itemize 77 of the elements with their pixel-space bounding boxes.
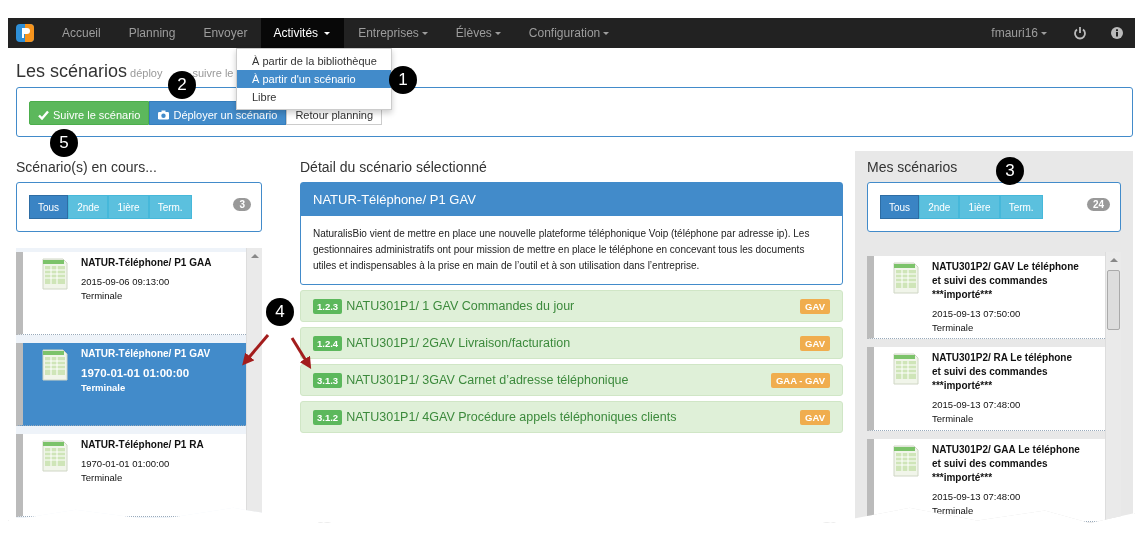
scenario-level: Terminale: [932, 504, 975, 516]
scenario-level: Terminale: [81, 290, 124, 301]
nav-item[interactable]: Planning: [114, 18, 190, 48]
scenario-level: Terminale: [81, 472, 124, 483]
callout-badge: 4: [266, 298, 294, 326]
nav-item[interactable]: Configuration: [514, 18, 624, 48]
nav-item[interactable]: Envoyer: [189, 18, 262, 48]
scenario-level: Terminale: [81, 382, 127, 393]
code-badge: 1.2.4: [313, 335, 343, 351]
code-badge: 3.1.3: [313, 372, 343, 388]
callout-badge: 5: [50, 129, 78, 157]
nav-item[interactable]: Accueil: [48, 18, 115, 48]
activity-title: NATU301P1/ 1 GAV Commandes du jour: [346, 299, 576, 313]
scroll-up-icon[interactable]: [1110, 258, 1118, 262]
filter-button[interactable]: Tous: [880, 195, 920, 219]
scenario-date: 2015-09-13 07:50:00: [932, 308, 1022, 319]
tag-badge: GAV: [800, 409, 830, 425]
activity-row[interactable]: 3.1.2 NATU301P1/ 4GAV Procédure appels téléphoniques clients GAV: [300, 401, 843, 433]
activity-title: NATU301P1/ 3GAV Carnet d’adresse téléphonique: [346, 373, 630, 387]
panel-header: NATUR-Téléphone/ P1 GAV: [301, 183, 842, 216]
section-heading: Scénario(s) en cours...: [16, 159, 157, 175]
count-badge: 3: [233, 198, 251, 211]
scenario-level: Terminale: [932, 322, 975, 333]
logo-icon: [16, 24, 34, 42]
scenario-date: 2015-09-06 09:13:00: [81, 276, 171, 287]
scenario-item[interactable]: NATUR-Téléphone/ P1 RA 1970-01-01 01:00:00 Terminale: [16, 434, 246, 517]
scenario-title: NATU301P2/ GAV Le téléphone et suivi des commandes ***importé***: [932, 260, 1080, 302]
filter-button[interactable]: Tous: [29, 195, 69, 219]
scenario-item[interactable]: NATU301P2/ RA Le téléphone et suivi des commandes ***importé*** 2015-09-13 07:48:00 Terminale: [867, 347, 1105, 431]
page-title: Les scénarios: [16, 61, 128, 82]
scenario-level: Terminale: [932, 413, 975, 425]
check-icon: [38, 110, 49, 120]
tag-badge: GAV: [800, 335, 830, 351]
section-heading: Détail du scénario sélectionné: [300, 159, 487, 175]
scroll-thumb[interactable]: [1107, 270, 1120, 330]
tag-badge: GAA - GAV: [770, 372, 830, 388]
scenario-item[interactable]: NATUR-Téléphone/ P1 GAV 1970-01-01 01:00:00 Terminale: [16, 343, 246, 426]
code-badge: 1.2.3: [313, 298, 343, 314]
scroll-up-icon[interactable]: [251, 254, 259, 258]
callout-badge: 1: [389, 66, 417, 94]
scenario-title: NATU301P2/ GAA Le téléphone et suivi des commandes ***importé***: [932, 442, 1081, 485]
spreadsheet-icon: [892, 262, 920, 294]
spreadsheet-icon: [892, 444, 920, 477]
activity-title: NATU301P1/ 4GAV Procédure appels téléphoniques clients: [346, 410, 678, 424]
spreadsheet-icon: [41, 440, 69, 472]
nav-item[interactable]: Élèves: [441, 18, 515, 48]
camera-icon: [158, 110, 170, 120]
spreadsheet-icon: [41, 349, 69, 381]
section-heading: Mes scénarios: [867, 159, 958, 175]
code-badge: 3.1.2: [313, 409, 343, 425]
scenario-date: 1970-01-01 01:00:00: [81, 367, 191, 379]
scenario-title: NATU301P2/ RA Le téléphone et suivi des commandes ***importé***: [932, 351, 1074, 394]
subtitle: déploy: [130, 67, 163, 79]
scenario-item[interactable]: NATUR-Téléphone/ P1 GAA 2015-09-06 09:13:00 Terminale: [16, 252, 246, 335]
activity-row[interactable]: 1.2.3 NATU301P1/ 1 GAV Commandes du jour GAV: [300, 290, 843, 322]
activity-title: NATU301P1/ 2GAV Livraison/facturation: [346, 336, 572, 350]
spreadsheet-icon: [41, 258, 69, 290]
menu-item[interactable]: À partir de la bibliothèque: [237, 52, 391, 70]
menu-item[interactable]: À partir d'un scénario: [237, 70, 391, 88]
scenario-title: NATUR-Téléphone/ P1 GAV: [81, 347, 211, 361]
activity-row[interactable]: 1.2.4 NATU301P1/ 2GAV Livraison/facturation GAV: [300, 327, 843, 359]
scenario-title: NATUR-Téléphone/ P1 RA: [81, 438, 204, 452]
scenario-date: 2015-09-13 07:48:00: [932, 490, 1022, 502]
scenario-title: NATUR-Téléphone/ P1 GAA: [81, 256, 212, 270]
spreadsheet-icon: [892, 353, 920, 386]
scenario-item[interactable]: NATU301P2/ GAV Le téléphone et suivi des commandes ***importé*** 2015-09-13 07:50:00 Terminale: [867, 256, 1105, 340]
caret-icon: [1041, 31, 1047, 35]
activity-row[interactable]: 3.1.3 NATU301P1/ 3GAV Carnet d’adresse téléphonique GAA - GAV: [300, 364, 843, 396]
user-menu[interactable]: fmauri16: [977, 18, 1061, 48]
nav-item[interactable]: Activités: [261, 18, 345, 48]
scenario-date: 1970-01-01 01:00:00: [81, 458, 171, 469]
count-badge: 24: [1086, 198, 1110, 211]
scenario-date: 2015-09-13 07:48:00: [932, 399, 1022, 411]
tag-badge: GAV: [800, 298, 830, 314]
nav-item[interactable]: Entreprises: [344, 18, 442, 48]
scenario-item[interactable]: NATU301P2/ GAA Le téléphone et suivi des commandes ***importé*** 2015-09-13 07:48:00 Terminale: [867, 438, 1105, 522]
scenario-description: NaturalisBio vient de mettre en place une nouvelle plateforme téléphonique Voip (téléphone par adresse ip). Les gestionnaires administratifs ont pour mission de mettre en place le téléphone en concevant tous les documents utiles et indispensables à la prise en main de l’outil et à son utilisation dans l’entreprise.: [312, 227, 811, 273]
